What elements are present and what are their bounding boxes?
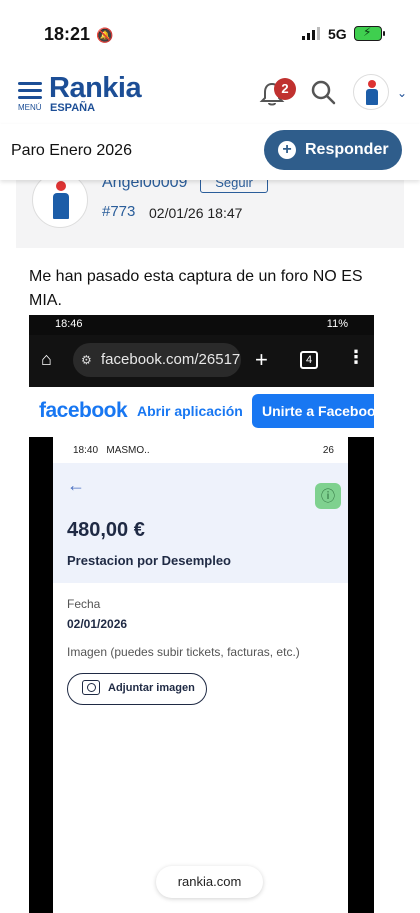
- post-message: Me han pasado esta captura de un foro NO…: [29, 268, 363, 309]
- menu-label: MENÚ: [18, 103, 42, 112]
- battery-icon: ⚡: [354, 25, 385, 41]
- more-options-icon: ⋮: [347, 347, 365, 367]
- url-pill[interactable]: rankia.com: [156, 866, 263, 898]
- phone-status-time: 18:40: [73, 445, 99, 456]
- status-bar: 18:21 🔕 5G ⚡: [0, 0, 420, 64]
- new-tab-icon: +: [255, 347, 268, 372]
- back-arrow-icon: ←: [67, 475, 85, 495]
- author-avatar[interactable]: [32, 172, 88, 228]
- info-icon: ⓘ: [315, 483, 341, 509]
- post-date: 02/01/26 18:47: [149, 205, 243, 221]
- embedded-phone-screen: 18:40 MASMO.. 26 ← ⓘ 480,00 € Prestacion…: [53, 437, 348, 913]
- thread-title: Paro Enero 2026: [11, 142, 132, 159]
- tabs-count-icon: 4: [300, 351, 318, 369]
- facebook-banner: facebook Abrir aplicación Unirte a Faceb…: [29, 387, 374, 437]
- attach-image-button: Adjuntar imagen: [67, 673, 207, 705]
- notifications-badge: 2: [274, 78, 296, 100]
- menu-icon: [18, 82, 42, 85]
- image-label: Imagen (puedes subir tickets, facturas, …: [67, 645, 300, 659]
- transaction-concept: Prestacion por Desempleo: [67, 553, 231, 568]
- join-facebook-button: Unirte a Facebook: [252, 394, 374, 428]
- reply-label: Responder: [305, 141, 389, 158]
- facebook-logo: facebook: [39, 399, 128, 422]
- date-value: 02/01/2026: [67, 617, 128, 631]
- embedded-url-field: ⚙ facebook.com/26517: [73, 343, 241, 377]
- phone-status-battery: 26: [322, 445, 334, 456]
- logo-brand: Rankia: [49, 72, 142, 104]
- embedded-status-time: 18:46: [55, 318, 83, 330]
- post-number[interactable]: #773: [102, 203, 135, 220]
- reply-button[interactable]: + Responder: [264, 130, 402, 170]
- thread-bar: Paro Enero 2026 + Responder: [0, 124, 420, 180]
- site-header: MENÚ Rankia ESPAÑA 2 ⌄: [0, 64, 420, 124]
- network-type: 5G: [328, 26, 347, 42]
- signal-icon: [302, 27, 320, 40]
- embedded-status-bar: 18:46 11%: [29, 315, 374, 335]
- attach-image-label: Adjuntar imagen: [108, 682, 195, 694]
- transaction-card: ← ⓘ 480,00 € Prestacion por Desempleo: [53, 463, 348, 583]
- phone-status-carrier: MASMO..: [106, 445, 150, 456]
- embedded-screenshot: 18:46 11% ⌂ ⚙ facebook.com/26517 + 4 ⋮ f…: [29, 315, 374, 913]
- menu-button[interactable]: MENÚ: [18, 82, 42, 112]
- search-icon[interactable]: [309, 78, 337, 106]
- date-label: Fecha: [67, 597, 101, 611]
- status-time: 18:21: [44, 24, 91, 44]
- embedded-browser-bar: ⌂ ⚙ facebook.com/26517 + 4 ⋮: [29, 335, 374, 387]
- camera-icon: [82, 680, 100, 695]
- plus-icon: +: [278, 141, 296, 159]
- silent-bell-icon: 🔕: [96, 27, 114, 43]
- open-app-link: Abrir aplicación: [137, 403, 243, 419]
- embedded-status-battery: 11%: [326, 318, 348, 330]
- phone-status-bar: 18:40 MASMO.. 26: [53, 437, 348, 463]
- chevron-down-icon[interactable]: ⌄: [397, 86, 407, 100]
- transaction-amount: 480,00 €: [67, 519, 145, 541]
- user-avatar[interactable]: [353, 74, 389, 110]
- site-settings-icon: ⚙: [81, 353, 92, 367]
- home-icon: ⌂: [41, 349, 52, 369]
- rankia-logo[interactable]: Rankia ESPAÑA: [49, 72, 142, 114]
- embedded-url-text: facebook.com/26517: [101, 351, 241, 368]
